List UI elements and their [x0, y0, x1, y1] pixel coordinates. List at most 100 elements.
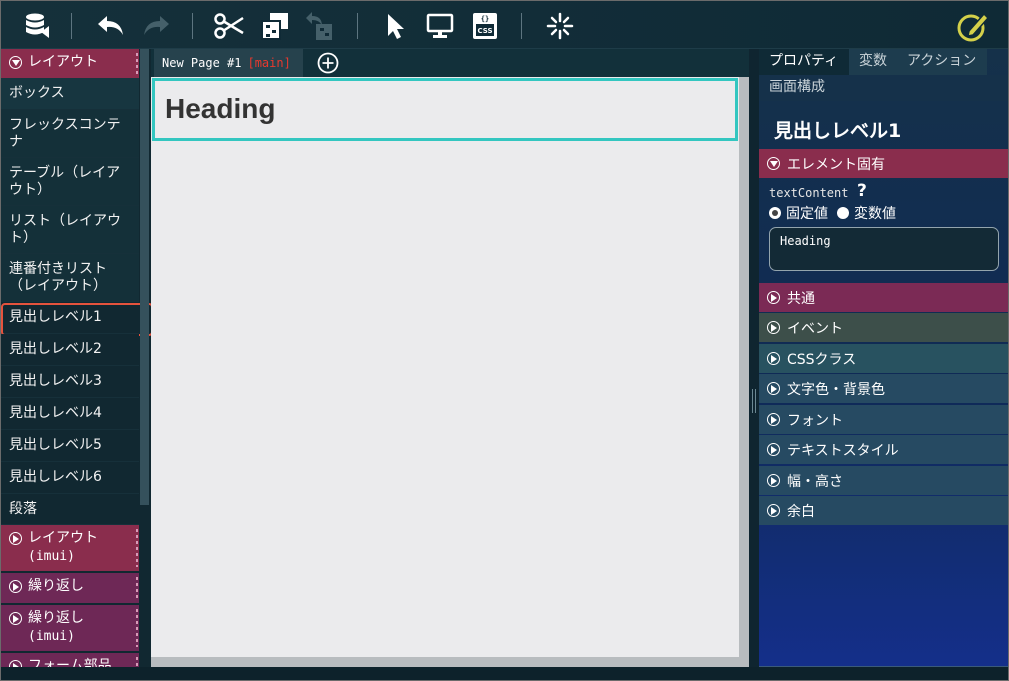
- section-label: イベント: [787, 320, 843, 337]
- chevron-right-icon: [767, 413, 780, 426]
- sparkle-icon[interactable]: [543, 9, 577, 43]
- palette-item-heading-5[interactable]: 見出しレベル5: [1, 430, 139, 462]
- palette-item-ordered-list-layout[interactable]: 連番付きリスト（レイアウト）: [1, 254, 139, 302]
- chevron-right-icon: [767, 291, 780, 304]
- redo-icon[interactable]: [139, 9, 173, 43]
- tab-actions[interactable]: アクション: [897, 49, 987, 75]
- chevron-right-icon: [9, 612, 22, 625]
- palette-item-heading-3[interactable]: 見出しレベル3: [1, 366, 139, 398]
- category-label: 繰り返し: [28, 610, 84, 626]
- toolbar: CSS {}: [1, 1, 1008, 49]
- palette-category-repeat-imui[interactable]: 繰り返し (imui): [1, 605, 139, 651]
- category-sublabel: (imui): [28, 629, 75, 644]
- palette-item-heading-4[interactable]: 見出しレベル4: [1, 398, 139, 430]
- palette-category-repeat[interactable]: 繰り返し: [1, 573, 139, 603]
- chevron-right-icon: [767, 352, 780, 365]
- text-content-field[interactable]: Heading: [769, 227, 999, 271]
- chevron-right-icon: [9, 580, 22, 593]
- section-css-class[interactable]: CSSクラス: [759, 344, 1008, 373]
- monitor-icon[interactable]: [423, 9, 457, 43]
- splitter-grip-icon[interactable]: [752, 389, 756, 413]
- category-sublabel: (imui): [28, 549, 75, 564]
- palette-list: レイアウト ボックス フレックスコンテナ テーブル（レイアウト） リスト（レイア…: [1, 49, 151, 667]
- palette-item-box[interactable]: ボックス: [1, 78, 139, 110]
- page-tab-title: New Page #1: [162, 56, 242, 70]
- palette-category-form-parts[interactable]: フォーム部品: [1, 653, 139, 667]
- chevron-right-icon: [767, 443, 780, 456]
- toolbar-separator: [192, 13, 193, 39]
- section-text-style[interactable]: テキストスタイル: [759, 435, 1008, 464]
- toolbar-separator: [521, 13, 522, 39]
- pointer-icon[interactable]: [379, 9, 413, 43]
- page-tab-branch: [main]: [247, 56, 291, 70]
- help-icon[interactable]: ?: [857, 181, 867, 201]
- palette-item-heading-1[interactable]: 見出しレベル1: [1, 302, 151, 336]
- section-label: テキストスタイル: [787, 442, 899, 459]
- category-label: レイアウト: [28, 54, 98, 70]
- canvas-vertical-scrollbar[interactable]: [739, 77, 749, 657]
- section-size[interactable]: 幅・高さ: [759, 466, 1008, 495]
- tab-variables[interactable]: 変数: [849, 49, 897, 75]
- chevron-right-icon: [767, 504, 780, 517]
- page-tab[interactable]: New Page #1 [main]: [154, 49, 303, 77]
- panel-splitter[interactable]: [749, 49, 759, 667]
- section-label: 文字色・背景色: [787, 381, 885, 398]
- toolbar-separator: [357, 13, 358, 39]
- field-name-label: textContent: [769, 186, 849, 200]
- paste-element-icon[interactable]: [303, 9, 337, 43]
- status-bar: [1, 667, 1008, 680]
- section-event[interactable]: イベント: [759, 313, 1008, 342]
- svg-text:{}: {}: [481, 15, 489, 23]
- palette-item-flex-container[interactable]: フレックスコンテナ: [1, 110, 139, 158]
- radio-variable[interactable]: [837, 207, 849, 219]
- palette-item-heading-2[interactable]: 見出しレベル2: [1, 334, 139, 366]
- radio-fixed[interactable]: [769, 207, 781, 219]
- category-label: フォーム部品: [28, 658, 112, 667]
- svg-text:CSS: CSS: [477, 27, 492, 35]
- database-icon[interactable]: [20, 9, 54, 43]
- category-label: レイアウト: [28, 530, 98, 546]
- tab-properties[interactable]: プロパティ: [759, 49, 849, 75]
- radio-variable-label: 変数値: [854, 206, 896, 222]
- properties-tabs: プロパティ 変数 アクション 画面構成: [759, 49, 1008, 101]
- tab-screen-structure[interactable]: 画面構成: [759, 75, 1008, 101]
- section-label: CSSクラス: [787, 351, 857, 368]
- chevron-right-icon: [9, 532, 22, 545]
- css-icon[interactable]: CSS {}: [468, 9, 502, 43]
- section-label: フォント: [787, 412, 843, 429]
- section-font[interactable]: フォント: [759, 405, 1008, 434]
- app-window: CSS {} レイアウト ボックス フレックスコンテナ テーブル（レイアウト） …: [0, 0, 1009, 681]
- element-title: 見出しレベル1: [774, 120, 902, 142]
- undo-icon[interactable]: [94, 9, 128, 43]
- palette-item-paragraph[interactable]: 段落: [1, 494, 139, 525]
- section-common[interactable]: 共通: [759, 283, 1008, 312]
- section-element-specific[interactable]: エレメント固有: [759, 149, 1008, 178]
- section-margin[interactable]: 余白: [759, 496, 1008, 525]
- canvas-heading-element[interactable]: Heading: [152, 78, 738, 141]
- section-label: エレメント固有: [787, 156, 885, 173]
- palette-item-list-layout[interactable]: リスト（レイアウト）: [1, 206, 139, 254]
- section-label: 幅・高さ: [787, 473, 843, 490]
- chevron-right-icon: [767, 382, 780, 395]
- palette-category-layout[interactable]: レイアウト: [1, 49, 139, 78]
- cut-icon[interactable]: [212, 9, 246, 43]
- palette-item-heading-6[interactable]: 見出しレベル6: [1, 462, 139, 494]
- palette-category-layout-imui[interactable]: レイアウト (imui): [1, 525, 139, 571]
- palette-item-table-layout[interactable]: テーブル（レイアウト）: [1, 158, 139, 206]
- radio-fixed-label: 固定値: [786, 206, 828, 222]
- toolbar-separator: [71, 13, 72, 39]
- design-canvas[interactable]: Heading: [151, 77, 739, 657]
- chevron-right-icon: [9, 660, 22, 667]
- chevron-down-icon: [767, 157, 780, 170]
- copy-element-icon[interactable]: [258, 9, 292, 43]
- add-tab-icon[interactable]: [317, 52, 339, 74]
- value-type-radio-group: 固定値 変数値: [769, 203, 896, 223]
- category-label: 繰り返し: [28, 578, 84, 594]
- palette-scrollbar[interactable]: [140, 49, 149, 505]
- edit-icon[interactable]: [956, 9, 990, 43]
- properties-panel: プロパティ 変数 アクション 画面構成 見出しレベル1 エレメント固有 text…: [759, 49, 1008, 667]
- section-colors[interactable]: 文字色・背景色: [759, 374, 1008, 403]
- section-label: 余白: [787, 503, 815, 520]
- canvas-horizontal-scrollbar[interactable]: [151, 657, 749, 667]
- section-label: 共通: [787, 290, 815, 307]
